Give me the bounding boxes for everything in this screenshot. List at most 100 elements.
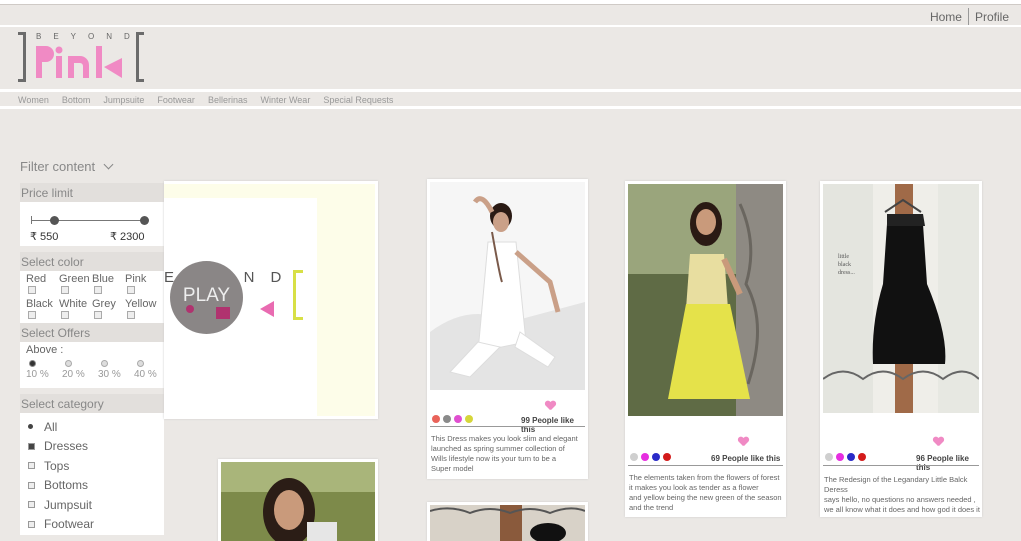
checkbox[interactable] [28, 520, 35, 528]
slider-max-handle[interactable] [140, 216, 149, 225]
category-options: All Dresses Tops Bottoms Jumpsuit Footwe… [20, 413, 164, 535]
desc-line: and the trend [629, 503, 674, 512]
yellow-bracket [293, 270, 303, 320]
color-checkbox-yellow[interactable] [127, 311, 135, 319]
product-description: The Redesign of the Legandary Little Bal… [824, 475, 982, 515]
swatch[interactable] [465, 415, 473, 423]
offer-option-10[interactable]: 10 % [26, 360, 62, 380]
color-label-red: Red [26, 273, 47, 285]
price-slider[interactable]: ₹ 550 ₹ 2300 [20, 202, 164, 246]
category-tops[interactable]: Tops [28, 456, 94, 476]
desc-line: This Dress makes you look slim and elega… [431, 434, 578, 443]
logo-right-bracket [136, 32, 144, 82]
likes-count: 96 People like this [916, 454, 969, 472]
color-label-blue: Blue [92, 273, 115, 285]
color-checkbox-green[interactable] [61, 286, 69, 294]
checkbox[interactable] [28, 462, 35, 470]
nav-top-divider [0, 89, 1021, 92]
swatch[interactable] [454, 415, 462, 423]
offer-option-30[interactable]: 30 % [98, 360, 134, 380]
category-all[interactable]: All [28, 417, 94, 437]
color-label-pink: Pink [125, 273, 147, 285]
slider-min-handle[interactable] [50, 216, 59, 225]
offers-heading: Select Offers [20, 323, 164, 342]
color-label-black: Black [26, 298, 53, 310]
profile-link[interactable]: Profile [969, 10, 1015, 24]
swatch[interactable] [858, 453, 866, 461]
video-card[interactable]: EYOND PLAY [164, 181, 378, 419]
main-nav: Women Bottom Jumpsuite Footwear Bellerin… [18, 95, 406, 105]
color-checkbox-pink[interactable] [127, 286, 135, 294]
caption-line: little [838, 254, 849, 260]
color-heading: Select color [20, 252, 164, 271]
swatch[interactable] [443, 415, 451, 423]
beyond-pink-logo[interactable]: BEYOND [18, 32, 144, 84]
checkbox[interactable] [28, 501, 35, 509]
category-label: All [44, 419, 58, 434]
filter-toggle[interactable]: Filter content [20, 159, 114, 174]
category-label: Tops [44, 458, 70, 473]
category-label: Footwear [44, 517, 95, 532]
nav-bottom-divider [0, 106, 1021, 109]
radio[interactable] [137, 360, 144, 367]
nav-item-bottom[interactable]: Bottom [62, 95, 91, 105]
desc-line: it makes you look as tender as a flower [629, 483, 759, 492]
product-image-4 [221, 462, 375, 541]
product-card-3[interactable]: little black dress... 96 People like thi… [820, 181, 982, 517]
swatch[interactable] [432, 415, 440, 423]
swatch[interactable] [630, 453, 638, 461]
category-bottoms[interactable]: Bottoms [28, 476, 94, 496]
product-card-5[interactable] [427, 502, 588, 541]
heart-icon[interactable] [738, 437, 748, 447]
category-dresses[interactable]: Dresses [28, 437, 94, 457]
radio-selected[interactable] [28, 424, 33, 430]
swatch[interactable] [652, 453, 660, 461]
radio-selected[interactable] [29, 360, 36, 367]
play-button[interactable]: PLAY [170, 261, 243, 334]
swatch[interactable] [847, 453, 855, 461]
nav-item-special-requests[interactable]: Special Requests [323, 95, 393, 105]
heart-icon[interactable] [933, 437, 943, 447]
product-card-4[interactable] [218, 459, 378, 541]
nav-item-jumpsuite[interactable]: Jumpsuite [103, 95, 144, 105]
color-checkbox-black[interactable] [28, 311, 36, 319]
color-checkbox-grey[interactable] [94, 311, 102, 319]
radio[interactable] [65, 360, 72, 367]
category-footwear[interactable]: Footwear [28, 515, 94, 535]
nav-item-footwear[interactable]: Footwear [157, 95, 195, 105]
nav-item-bellerinas[interactable]: Bellerinas [208, 95, 248, 105]
price-min: ₹ 550 [30, 231, 59, 243]
play-square [216, 307, 230, 319]
filter-title: Filter content [20, 159, 96, 174]
logo-pink-wordmark [36, 46, 122, 78]
desc-line: The Redesign of the Legandary Little Bal… [824, 475, 968, 494]
radio[interactable] [101, 360, 108, 367]
divider [628, 465, 783, 466]
desc-line: launched as spring summer collection of [431, 444, 565, 453]
logo-beyond-text: BEYOND [36, 32, 142, 41]
color-checkbox-white[interactable] [61, 311, 69, 319]
swatch[interactable] [641, 453, 649, 461]
category-heading: Select category [20, 394, 164, 413]
color-checkbox-blue[interactable] [94, 286, 102, 294]
chevron-down-icon [103, 159, 114, 170]
checkbox-checked[interactable] [28, 442, 35, 450]
desc-line: The elements taken from the flowers of f… [629, 473, 780, 482]
image-caption: little black dress... [838, 253, 855, 277]
offer-option-20[interactable]: 20 % [62, 360, 98, 380]
heart-icon[interactable] [545, 401, 555, 411]
color-options: Red Green Blue Pink Black White Grey Yel… [20, 271, 164, 323]
checkbox[interactable] [28, 481, 35, 489]
product-description: This Dress makes you look slim and elega… [431, 434, 578, 474]
category-jumpsuit[interactable]: Jumpsuit [28, 495, 94, 515]
color-checkbox-red[interactable] [28, 286, 36, 294]
swatch[interactable] [663, 453, 671, 461]
home-link[interactable]: Home [924, 10, 968, 24]
product-card-1[interactable]: 99 People like this This Dress makes you… [427, 179, 588, 479]
swatch[interactable] [836, 453, 844, 461]
nav-item-winter-wear[interactable]: Winter Wear [260, 95, 310, 105]
product-card-2[interactable]: 69 People like this The elements taken f… [625, 181, 786, 517]
desc-line: says hello, no questions no answers need… [824, 495, 976, 504]
nav-item-women[interactable]: Women [18, 95, 49, 105]
swatch[interactable] [825, 453, 833, 461]
